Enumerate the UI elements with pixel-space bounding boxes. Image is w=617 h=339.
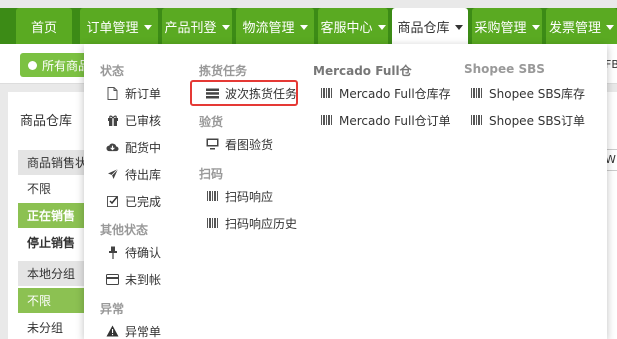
caret-down-icon	[143, 24, 152, 30]
menu-item-to-confirm[interactable]: 待确认	[106, 242, 161, 262]
tab-orders[interactable]: 订单管理	[80, 8, 158, 44]
menu-item-image-inspection[interactable]: 看图验货	[206, 134, 273, 154]
tab-invoices[interactable]: 发票管理	[546, 8, 617, 44]
menu-item-abnormal-orders[interactable]: 异常单	[106, 321, 161, 339]
group-title-picking: 拣货任务	[199, 64, 248, 78]
filter-label: 正在销售	[27, 209, 76, 223]
caret-down-icon	[299, 24, 308, 30]
group-title-status: 状态	[100, 64, 125, 78]
tab-label: 首页	[30, 20, 57, 36]
gift-icon	[106, 114, 119, 127]
menu-item-scan-history[interactable]: 扫码响应历史	[206, 213, 297, 233]
all-products-label: 所有商品	[42, 58, 91, 73]
filter-header-local-group: 本地分组	[18, 261, 88, 286]
tab-warehouse[interactable]: 商品仓库	[392, 8, 468, 44]
barcode-icon	[320, 87, 333, 100]
tab-label: 采购管理	[474, 20, 527, 36]
panel-title: 商品仓库	[20, 114, 73, 129]
barcode-icon	[320, 114, 333, 127]
menu-item-shopee-orders[interactable]: Shopee SBS订单	[470, 110, 585, 130]
menu-item-reviewed[interactable]: 已审核	[106, 110, 161, 130]
menu-item-label: 扫码响应历史	[225, 216, 298, 231]
group-title-abnormal: 异常	[100, 302, 125, 316]
tab-home[interactable]: 首页	[16, 8, 72, 44]
menu-item-label: 配货中	[125, 140, 162, 155]
barcode-icon	[206, 217, 219, 230]
barcode-icon	[470, 114, 483, 127]
warning-icon	[106, 325, 119, 338]
filter-option-selected[interactable]: 不限	[18, 288, 88, 313]
menu-item-allocating[interactable]: 配货中	[106, 137, 161, 157]
menu-item-pending-outbound[interactable]: 待出库	[106, 164, 161, 184]
filter-label: 停止销售	[27, 236, 76, 250]
tab-listing[interactable]: 产品刊登	[162, 8, 232, 44]
filter-label: 商品销售状	[27, 156, 88, 170]
menu-item-label: 待确认	[125, 245, 162, 260]
menu-item-label: 已审核	[125, 113, 162, 128]
menu-item-unpaid[interactable]: 未到帐	[106, 269, 161, 289]
filter-option-selected[interactable]: 正在销售	[18, 203, 88, 228]
file-icon	[106, 86, 119, 100]
menu-item-scan-response[interactable]: 扫码响应	[206, 186, 273, 206]
menu-item-label: 已完成	[125, 194, 162, 209]
tab-label: 产品刊登	[164, 20, 217, 36]
tab-logistics[interactable]: 物流管理	[236, 8, 314, 44]
filter-option[interactable]: 未分组	[18, 315, 88, 339]
menu-item-mercado-inventory[interactable]: Mercado Full仓库存	[320, 83, 451, 103]
group-title-other-status: 其他状态	[100, 223, 149, 237]
menu-item-completed[interactable]: 已完成	[106, 191, 161, 211]
menu-item-label: 未到帐	[125, 272, 162, 287]
menu-item-label: 看图验货	[225, 137, 274, 152]
filter-label: 不限	[27, 182, 52, 196]
warehouse-dropdown-menu: 状态 新订单 已审核 配货中 待出库 已完成 其他状态 待确认 未到帐 异常 异…	[84, 44, 607, 339]
barcode-icon	[470, 87, 483, 100]
menu-item-mercado-orders[interactable]: Mercado Full仓订单	[320, 110, 451, 130]
cloud-download-icon	[106, 141, 119, 154]
menu-item-shopee-inventory[interactable]: Shopee SBS库存	[470, 83, 585, 103]
tab-label: 客服中心	[320, 20, 373, 36]
tab-label: 订单管理	[86, 20, 139, 36]
tab-label: 发票管理	[548, 20, 601, 36]
tab-customer-service[interactable]: 客服中心	[318, 8, 388, 44]
filter-label: 不限	[27, 294, 52, 308]
filter-label: 本地分组	[27, 267, 76, 281]
caret-down-icon	[377, 24, 386, 30]
menu-item-label: Shopee SBS库存	[489, 86, 586, 101]
filter-header-sales-status: 商品销售状	[18, 150, 88, 175]
filter-label: 未分组	[27, 321, 64, 335]
tab-label: 物流管理	[242, 20, 295, 36]
caret-down-icon	[606, 24, 614, 30]
group-title-mercado-full: Mercado Full仓	[313, 64, 412, 78]
tab-purchasing[interactable]: 采购管理	[472, 8, 542, 44]
caret-down-icon	[454, 24, 463, 30]
menu-item-label: 新订单	[125, 86, 162, 101]
filter-option[interactable]: 停止销售	[18, 230, 88, 255]
group-title-inspection: 验货	[199, 115, 224, 129]
menu-item-new-orders[interactable]: 新订单	[106, 83, 161, 103]
menu-item-label: Shopee SBS订单	[489, 113, 586, 128]
menu-item-label: 扫码响应	[225, 189, 274, 204]
filter-option[interactable]: 不限	[18, 176, 88, 201]
menu-item-label: 待出库	[125, 167, 162, 182]
tab-label: 商品仓库	[397, 20, 450, 36]
pin-icon	[106, 246, 119, 259]
menu-item-label: 异常单	[125, 324, 162, 339]
menu-item-label: Mercado Full仓库存	[339, 86, 451, 101]
menu-item-label: Mercado Full仓订单	[339, 113, 451, 128]
monitor-icon	[206, 138, 219, 151]
group-title-scan: 扫码	[199, 167, 224, 181]
radio-dot-icon	[28, 60, 37, 70]
caret-down-icon	[531, 24, 540, 30]
group-title-shopee-sbs: Shopee SBS	[464, 62, 545, 76]
plane-icon	[106, 168, 119, 181]
highlight-box	[190, 80, 298, 106]
barcode-icon	[206, 190, 219, 203]
caret-down-icon	[221, 24, 230, 30]
check-square-icon	[106, 195, 119, 208]
credit-card-icon	[106, 273, 119, 286]
